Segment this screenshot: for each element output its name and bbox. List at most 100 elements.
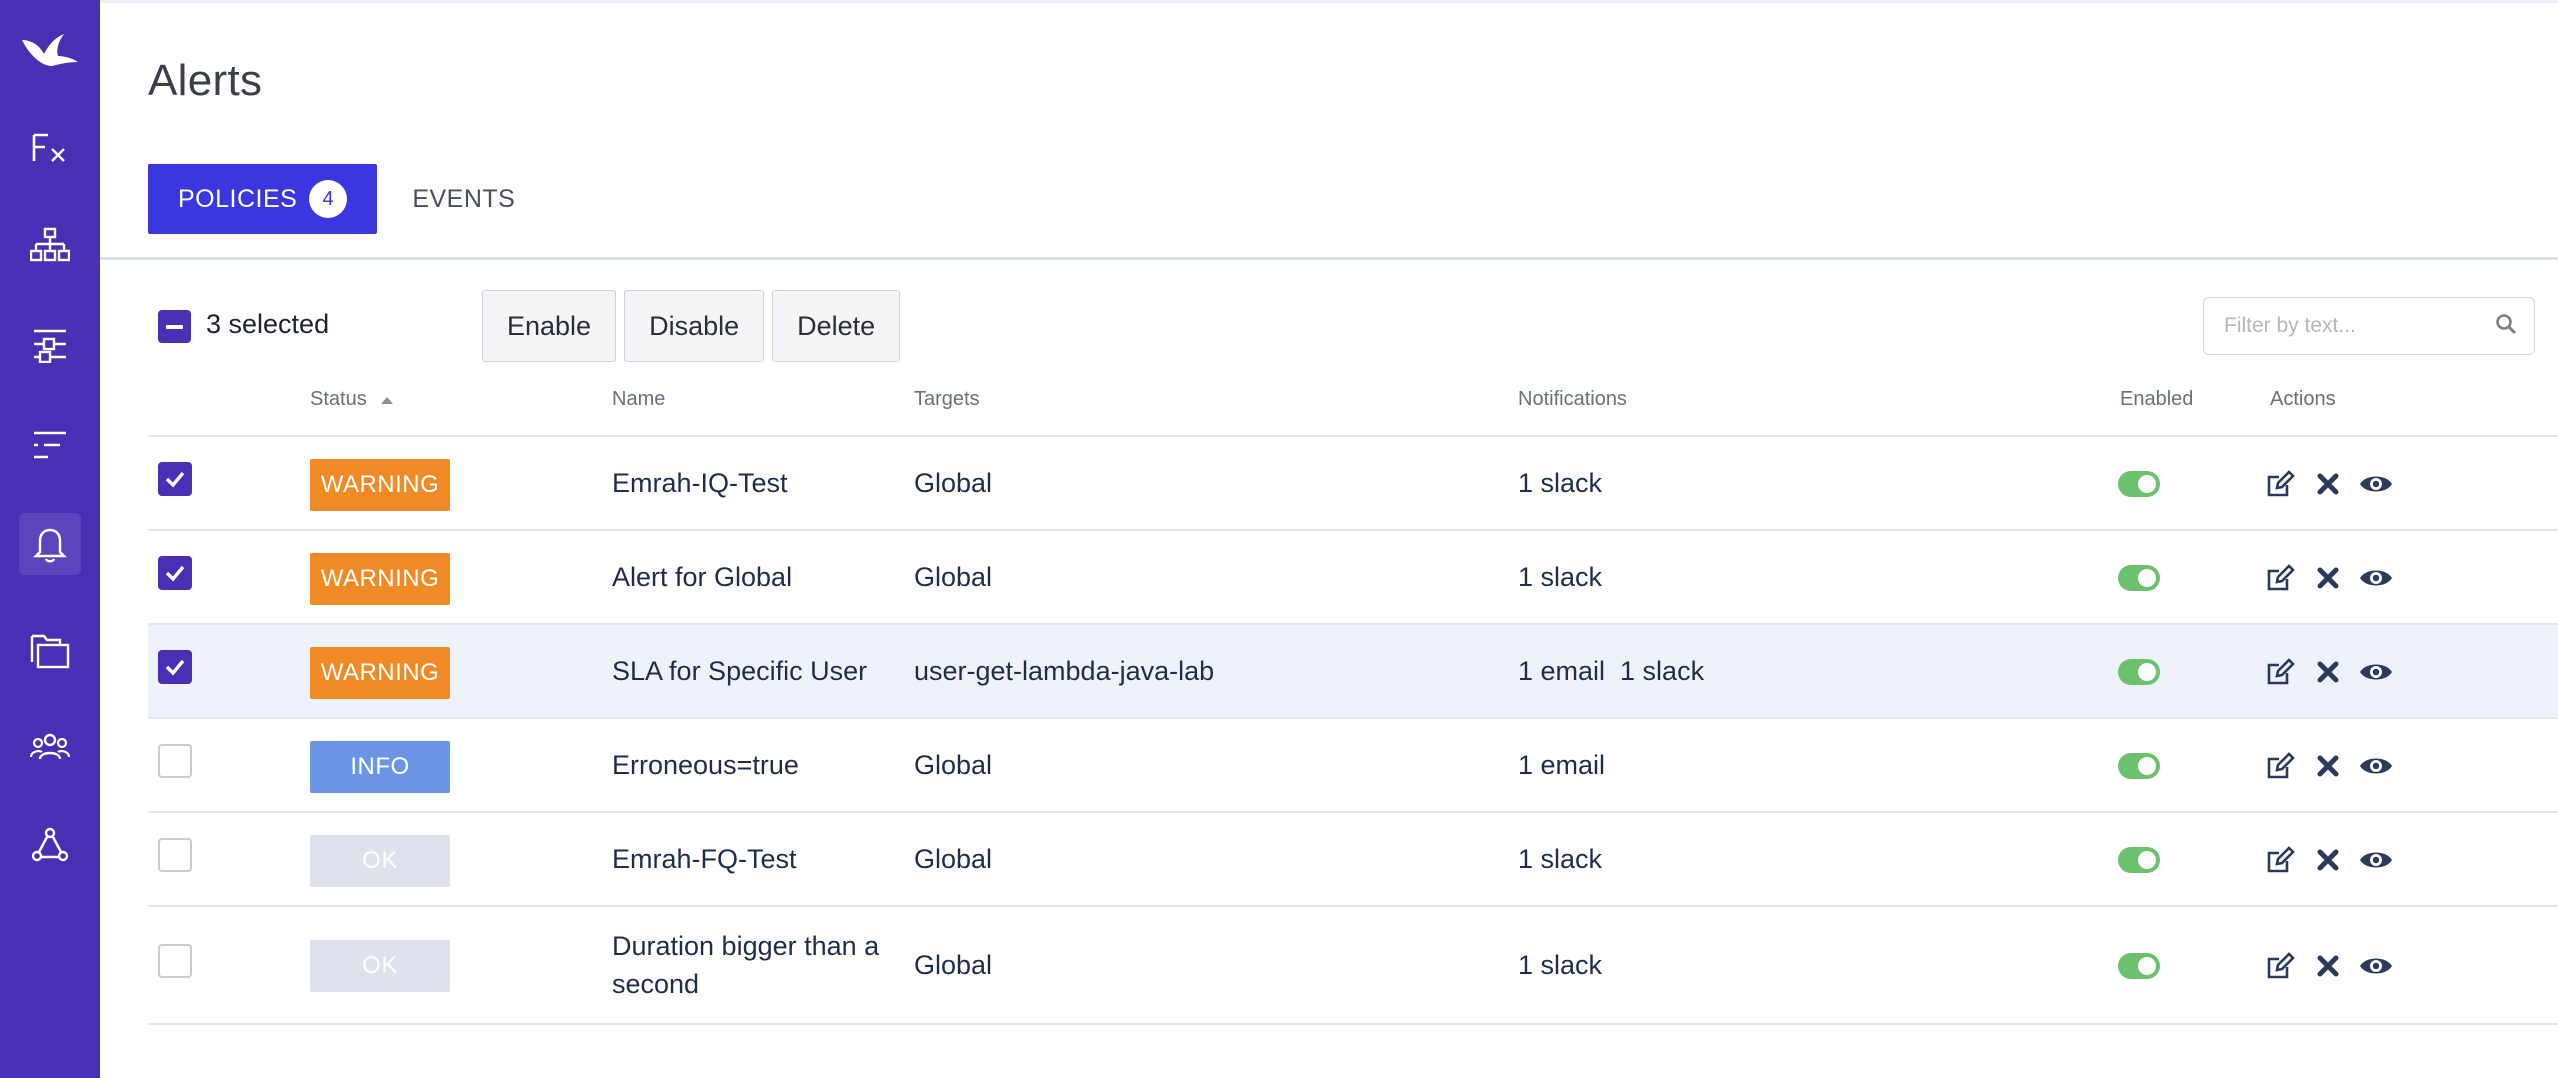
policy-notifications: 1 email [1518,750,1606,780]
enabled-toggle[interactable] [2118,471,2160,497]
selected-count-label: 3 selected [206,309,330,339]
check-icon [165,565,185,582]
sidebar [0,0,100,1078]
filter-input[interactable] [2224,314,2495,338]
column-targets: Targets [914,388,980,410]
column-status-label: Status [310,388,367,410]
policy-target: Global [914,562,993,592]
row-checkbox[interactable] [158,650,192,684]
policy-name: Erroneous=true [612,750,799,780]
edit-icon[interactable] [2263,561,2297,595]
edit-icon[interactable] [2263,843,2297,877]
filter-sliders-icon[interactable] [19,313,81,375]
table-row[interactable]: WARNING Emrah-IQ-Test Global 1 slack [148,437,2558,531]
policy-notifications: 1 slack [1518,468,1603,498]
policy-name: SLA for Specific User [612,656,868,686]
list-icon[interactable] [19,414,81,476]
policy-target: user-get-lambda-java-lab [914,656,1215,686]
policy-notifications: 1 email 1 slack [1518,656,1705,686]
enabled-toggle[interactable] [2118,847,2160,873]
disable-button[interactable]: Disable [624,290,765,362]
row-checkbox[interactable] [158,462,192,496]
table-row[interactable]: OK Emrah-FQ-Test Global 1 slack [148,813,2558,907]
row-actions [2263,949,2393,983]
view-icon[interactable] [2359,843,2393,877]
select-all-checkbox[interactable] [158,310,191,343]
enable-button[interactable]: Enable [482,290,617,362]
tab-bar: POLICIES 4 EVENTS [148,164,545,234]
tab-policies[interactable]: POLICIES 4 [148,164,378,234]
indeterminate-icon [166,324,183,329]
policy-target: Global [914,750,993,780]
enabled-toggle[interactable] [2118,659,2160,685]
column-status[interactable]: Status [310,388,394,411]
delete-icon[interactable] [2311,949,2345,983]
team-icon[interactable] [19,716,81,778]
filter-box [2203,297,2535,355]
edit-icon[interactable] [2263,949,2297,983]
view-icon[interactable] [2359,467,2393,501]
table-row[interactable]: INFO Erroneous=true Global 1 email [148,719,2558,813]
table-row[interactable]: WARNING SLA for Specific User user-get-l… [148,625,2558,719]
policy-notifications: 1 slack [1518,562,1603,592]
row-actions [2263,561,2393,595]
status-badge: WARNING [310,647,450,699]
policy-name-line-2: second [612,969,700,999]
policy-name: Duration bigger than a second [612,927,879,1003]
logo-icon[interactable] [19,20,81,82]
delete-icon[interactable] [2311,655,2345,689]
delete-icon[interactable] [2311,749,2345,783]
row-actions [2263,843,2393,877]
view-icon[interactable] [2359,655,2393,689]
edit-icon[interactable] [2263,749,2297,783]
policy-name: Alert for Global [612,562,793,592]
topology-icon[interactable] [19,214,81,276]
row-checkbox[interactable] [158,838,192,872]
tab-divider [100,257,2558,260]
edit-icon[interactable] [2263,467,2297,501]
status-badge: OK [310,940,450,992]
check-icon [165,471,185,488]
bulk-action-buttons: Enable Disable Delete [482,290,901,362]
policy-target: Global [914,468,993,498]
table-row[interactable]: OK Duration bigger than a second Global … [148,907,2558,1025]
policy-name: Emrah-FQ-Test [612,844,797,874]
integrations-icon[interactable] [19,815,81,877]
view-icon[interactable] [2359,749,2393,783]
folders-icon[interactable] [19,620,81,682]
policy-target: Global [914,950,993,980]
top-border [100,0,2558,3]
search-icon[interactable] [2495,313,2517,340]
row-checkbox[interactable] [158,556,192,590]
enabled-toggle[interactable] [2118,753,2160,779]
view-icon[interactable] [2359,949,2393,983]
row-actions [2263,467,2393,501]
enabled-toggle[interactable] [2118,565,2160,591]
row-checkbox[interactable] [158,944,192,978]
bell-icon[interactable] [19,513,81,575]
table-row[interactable]: WARNING Alert for Global Global 1 slack [148,531,2558,625]
page-title: Alerts [148,56,263,105]
status-badge: WARNING [310,459,450,511]
status-badge: OK [310,835,450,887]
tab-events[interactable]: EVENTS [377,164,545,234]
delete-icon[interactable] [2311,843,2345,877]
delete-icon[interactable] [2311,561,2345,595]
check-icon [165,659,185,676]
column-name: Name [612,388,666,410]
column-enabled: Enabled [2120,388,2194,410]
delete-icon[interactable] [2311,467,2345,501]
column-actions: Actions [2270,388,2336,410]
view-icon[interactable] [2359,561,2393,595]
status-badge: INFO [310,741,450,793]
delete-button[interactable]: Delete [772,290,901,362]
edit-icon[interactable] [2263,655,2297,689]
policy-name-line-1: Duration bigger than a [612,931,880,961]
function-icon[interactable] [19,117,81,179]
row-actions [2263,655,2393,689]
enabled-toggle[interactable] [2118,953,2160,979]
status-badge: WARNING [310,553,450,605]
row-checkbox[interactable] [158,744,192,778]
policy-notifications: 1 slack [1518,844,1603,874]
tab-policies-count-badge: 4 [309,180,348,218]
